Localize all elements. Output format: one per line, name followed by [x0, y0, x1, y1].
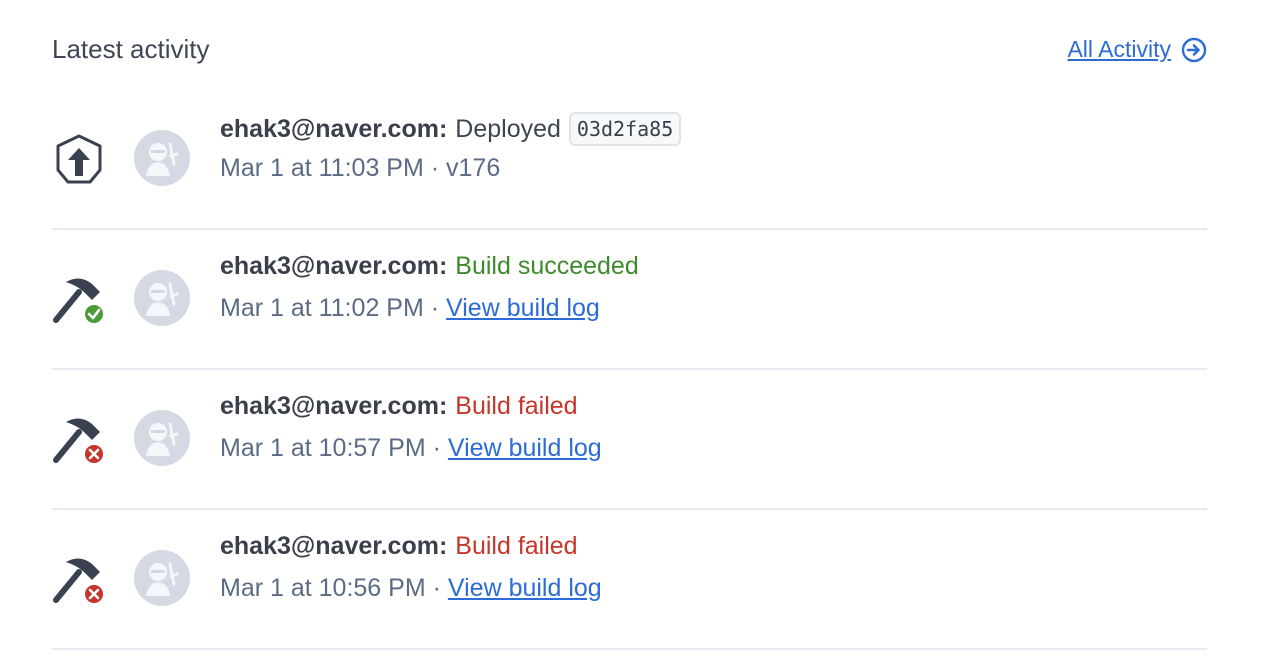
- arrow-right-circle-icon: [1181, 37, 1207, 62]
- activity-meta: Mar 1 at 10:56 PM · View build log: [220, 574, 602, 603]
- activity-item: ehak3@naver.com: Build failed Mar 1 at 1…: [52, 370, 1207, 510]
- deploy-icon: [56, 134, 102, 184]
- release-version: v176: [446, 154, 501, 182]
- activity-meta: Mar 1 at 11:03 PM · v176: [220, 154, 500, 183]
- activity-header: Latest activity All Activity: [52, 30, 1207, 74]
- activity-timestamp: Mar 1 at 10:57 PM: [220, 434, 426, 462]
- activity-summary: ehak3@naver.com: Deployed 03d2fa85: [220, 112, 682, 146]
- avatar-robot-icon: [146, 282, 179, 316]
- activity-summary: ehak3@naver.com: Build failed: [220, 532, 578, 561]
- activity-timestamp: Mar 1 at 11:03 PM: [220, 154, 424, 182]
- commit-hash: 03d2fa85: [568, 112, 682, 146]
- avatar: [134, 410, 190, 466]
- activity-summary: ehak3@naver.com: Build failed: [220, 392, 578, 421]
- build-failed-icon: [53, 558, 105, 604]
- build-succeeded-icon: [53, 278, 105, 324]
- avatar: [134, 270, 190, 326]
- meta-separator: ·: [430, 294, 440, 322]
- activity-item: ehak3@naver.com: Build succeeded Mar 1 a…: [52, 230, 1207, 370]
- avatar-robot-icon: [146, 562, 179, 596]
- avatar: [134, 130, 190, 186]
- avatar: [134, 550, 190, 606]
- activity-user: ehak3@naver.com:: [220, 252, 448, 280]
- activity-item: ehak3@naver.com: Build failed Mar 1 at 1…: [52, 510, 1207, 650]
- meta-separator: ·: [432, 434, 441, 462]
- meta-separator: ·: [432, 574, 441, 602]
- activity-user: ehak3@naver.com:: [220, 532, 448, 560]
- activity-item: ehak3@naver.com: Deployed 03d2fa85 Mar 1…: [52, 90, 1207, 230]
- activity-panel: Latest activity All Activity ehak3@naver…: [0, 0, 1264, 666]
- build-status: Build failed: [455, 532, 578, 560]
- build-status: Build failed: [455, 392, 578, 420]
- view-build-log-link[interactable]: View build log: [448, 574, 602, 602]
- all-activity-label: All Activity: [1067, 36, 1171, 62]
- section-title: Latest activity: [52, 34, 210, 64]
- activity-timestamp: Mar 1 at 10:56 PM: [220, 574, 426, 602]
- view-build-log-link[interactable]: View build log: [446, 294, 600, 322]
- activity-summary: ehak3@naver.com: Build succeeded: [220, 252, 639, 281]
- activity-user: ehak3@naver.com:: [220, 392, 448, 420]
- meta-separator: ·: [430, 154, 440, 182]
- all-activity-link[interactable]: All Activity: [1067, 36, 1207, 63]
- avatar-robot-icon: [146, 422, 179, 456]
- avatar-robot-icon: [146, 142, 179, 176]
- activity-meta: Mar 1 at 11:02 PM · View build log: [220, 294, 600, 323]
- activity-timestamp: Mar 1 at 11:02 PM: [220, 294, 424, 322]
- build-status: Build succeeded: [455, 252, 639, 280]
- activity-meta: Mar 1 at 10:57 PM · View build log: [220, 434, 602, 463]
- build-failed-icon: [53, 418, 105, 464]
- view-build-log-link[interactable]: View build log: [448, 434, 602, 462]
- activity-action: Deployed: [455, 114, 561, 143]
- activity-user: ehak3@naver.com:: [220, 114, 448, 143]
